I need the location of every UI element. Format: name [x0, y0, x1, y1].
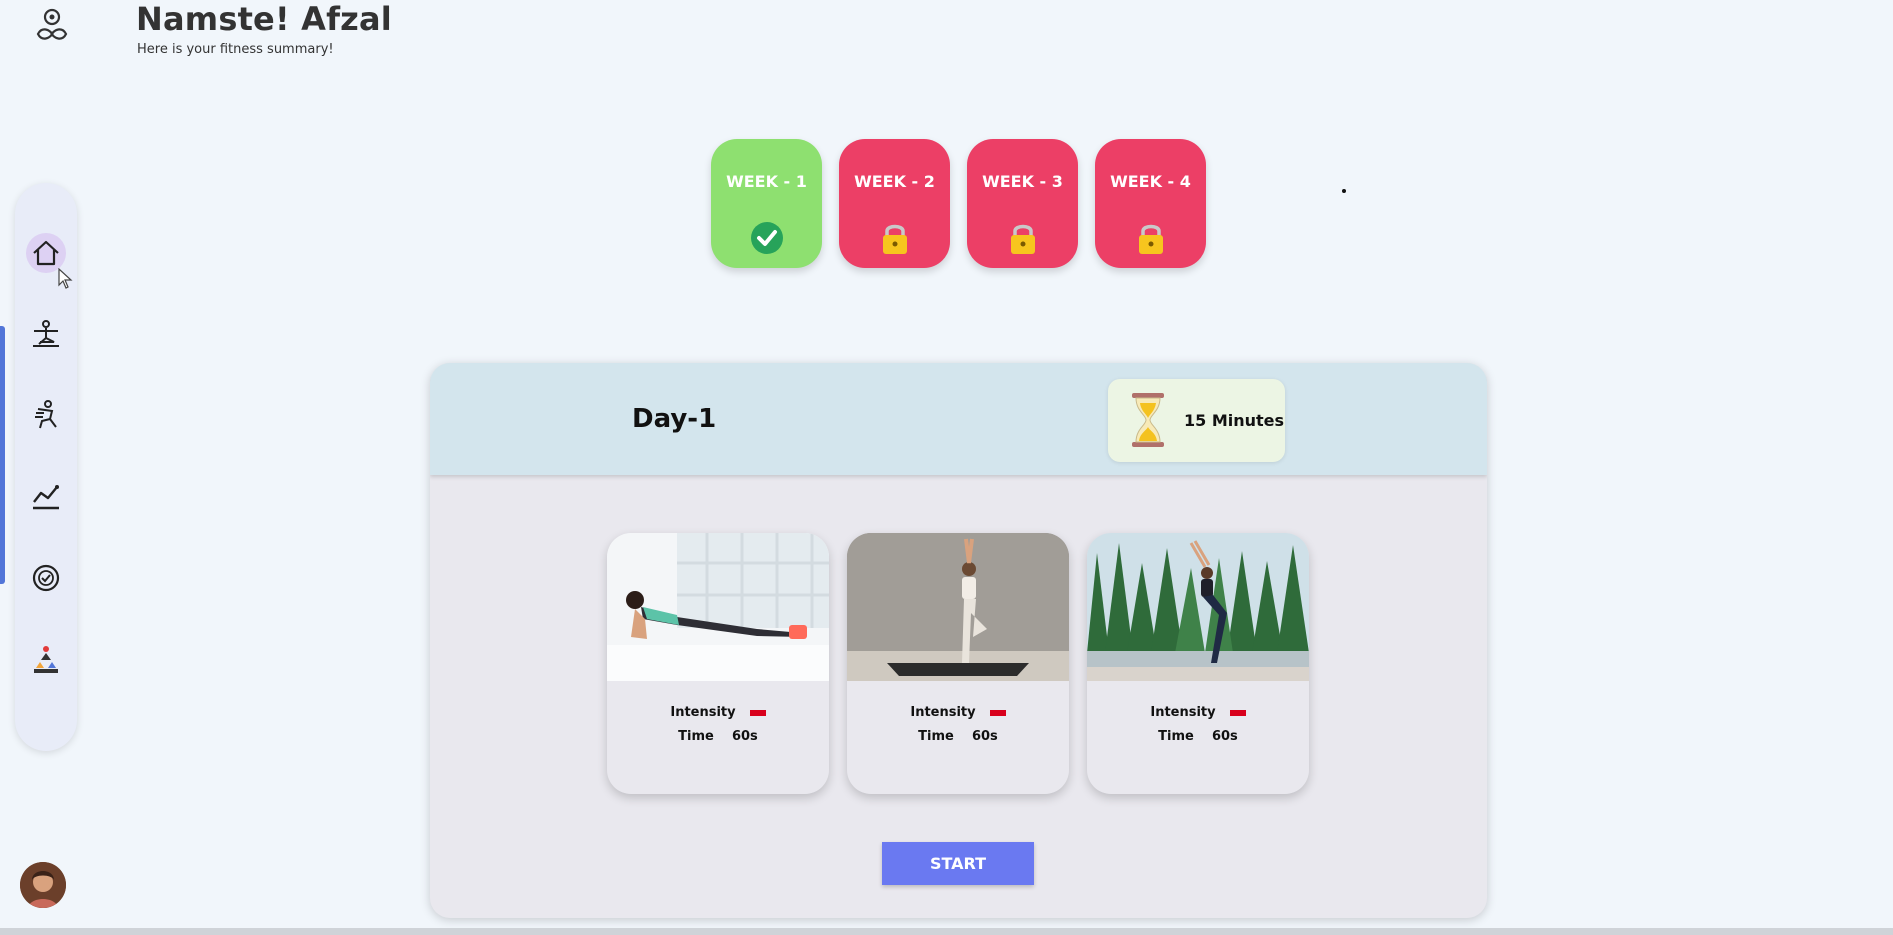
- stray-dot: [1342, 189, 1346, 193]
- sidebar-item-leaderboard[interactable]: [26, 640, 66, 680]
- start-button[interactable]: START: [882, 842, 1034, 885]
- day-title: Day-1: [632, 404, 717, 434]
- week-label: WEEK - 3: [982, 172, 1063, 191]
- user-avatar[interactable]: [20, 862, 66, 908]
- time-value: 60s: [1211, 729, 1238, 744]
- time-value: 60s: [971, 729, 998, 744]
- intensity-bar: [749, 709, 766, 716]
- horizontal-scrollbar[interactable]: [0, 928, 1893, 935]
- week-label: WEEK - 1: [726, 172, 807, 191]
- exercise-card-3[interactable]: Intensity Time 60s: [1087, 533, 1309, 794]
- lock-icon: [1139, 224, 1163, 254]
- intensity-label: Intensity: [1150, 705, 1216, 720]
- sidebar-item-yoga[interactable]: [26, 314, 66, 354]
- workout-panel: Day-1 15 Minutes Intensity Time 60s Inte…: [430, 363, 1487, 918]
- exercise-card-2[interactable]: Intensity Time 60s: [847, 533, 1069, 794]
- sidebar-item-badges[interactable]: [26, 558, 66, 598]
- intensity-bar: [1229, 709, 1246, 716]
- week-card-1[interactable]: WEEK - 1: [711, 139, 822, 268]
- week-label: WEEK - 2: [854, 172, 935, 191]
- time-label: Time: [918, 729, 954, 744]
- check-icon: [751, 222, 783, 254]
- tree-pose-photo: [847, 533, 1069, 681]
- home-icon: [33, 240, 59, 266]
- intensity-label: Intensity: [910, 705, 976, 720]
- yoga-pose-icon: [33, 320, 59, 347]
- sidebar-item-progress[interactable]: [26, 476, 66, 516]
- progress-chart-icon: [33, 485, 59, 510]
- sidebar-scroll-indicator: [0, 326, 5, 584]
- leaderboard-icon: [34, 646, 58, 673]
- sidebar-item-exercise[interactable]: [26, 395, 66, 435]
- week-card-3[interactable]: WEEK - 3: [967, 139, 1078, 268]
- badge-icon: [32, 564, 60, 592]
- plank-pose-photo: [607, 533, 829, 681]
- duration-badge: 15 Minutes: [1108, 379, 1285, 462]
- week-card-4[interactable]: WEEK - 4: [1095, 139, 1206, 268]
- panel-header: Day-1 15 Minutes: [430, 363, 1487, 475]
- intensity-bar: [989, 709, 1006, 716]
- lock-icon: [883, 224, 907, 254]
- lock-icon: [1011, 224, 1035, 254]
- week-label: WEEK - 4: [1110, 172, 1191, 191]
- chair-pose-photo: [1087, 533, 1309, 681]
- hourglass-icon: [1132, 393, 1164, 447]
- page-subtitle: Here is your fitness summary!: [137, 42, 334, 57]
- intensity-label: Intensity: [670, 705, 736, 720]
- exercise-icon: [35, 400, 57, 429]
- avatar-face-icon: [20, 862, 66, 908]
- duration-text: 15 Minutes: [1184, 411, 1285, 430]
- time-label: Time: [678, 729, 714, 744]
- exercise-card-1[interactable]: Intensity Time 60s: [607, 533, 829, 794]
- time-value: 60s: [731, 729, 758, 744]
- sidebar-item-home[interactable]: [26, 233, 66, 273]
- mouse-cursor-icon: [58, 268, 73, 289]
- time-label: Time: [1158, 729, 1194, 744]
- page-title: Namste! Afzal: [136, 0, 392, 38]
- yoga-lotus-logo-icon: [36, 8, 68, 40]
- week-card-2[interactable]: WEEK - 2: [839, 139, 950, 268]
